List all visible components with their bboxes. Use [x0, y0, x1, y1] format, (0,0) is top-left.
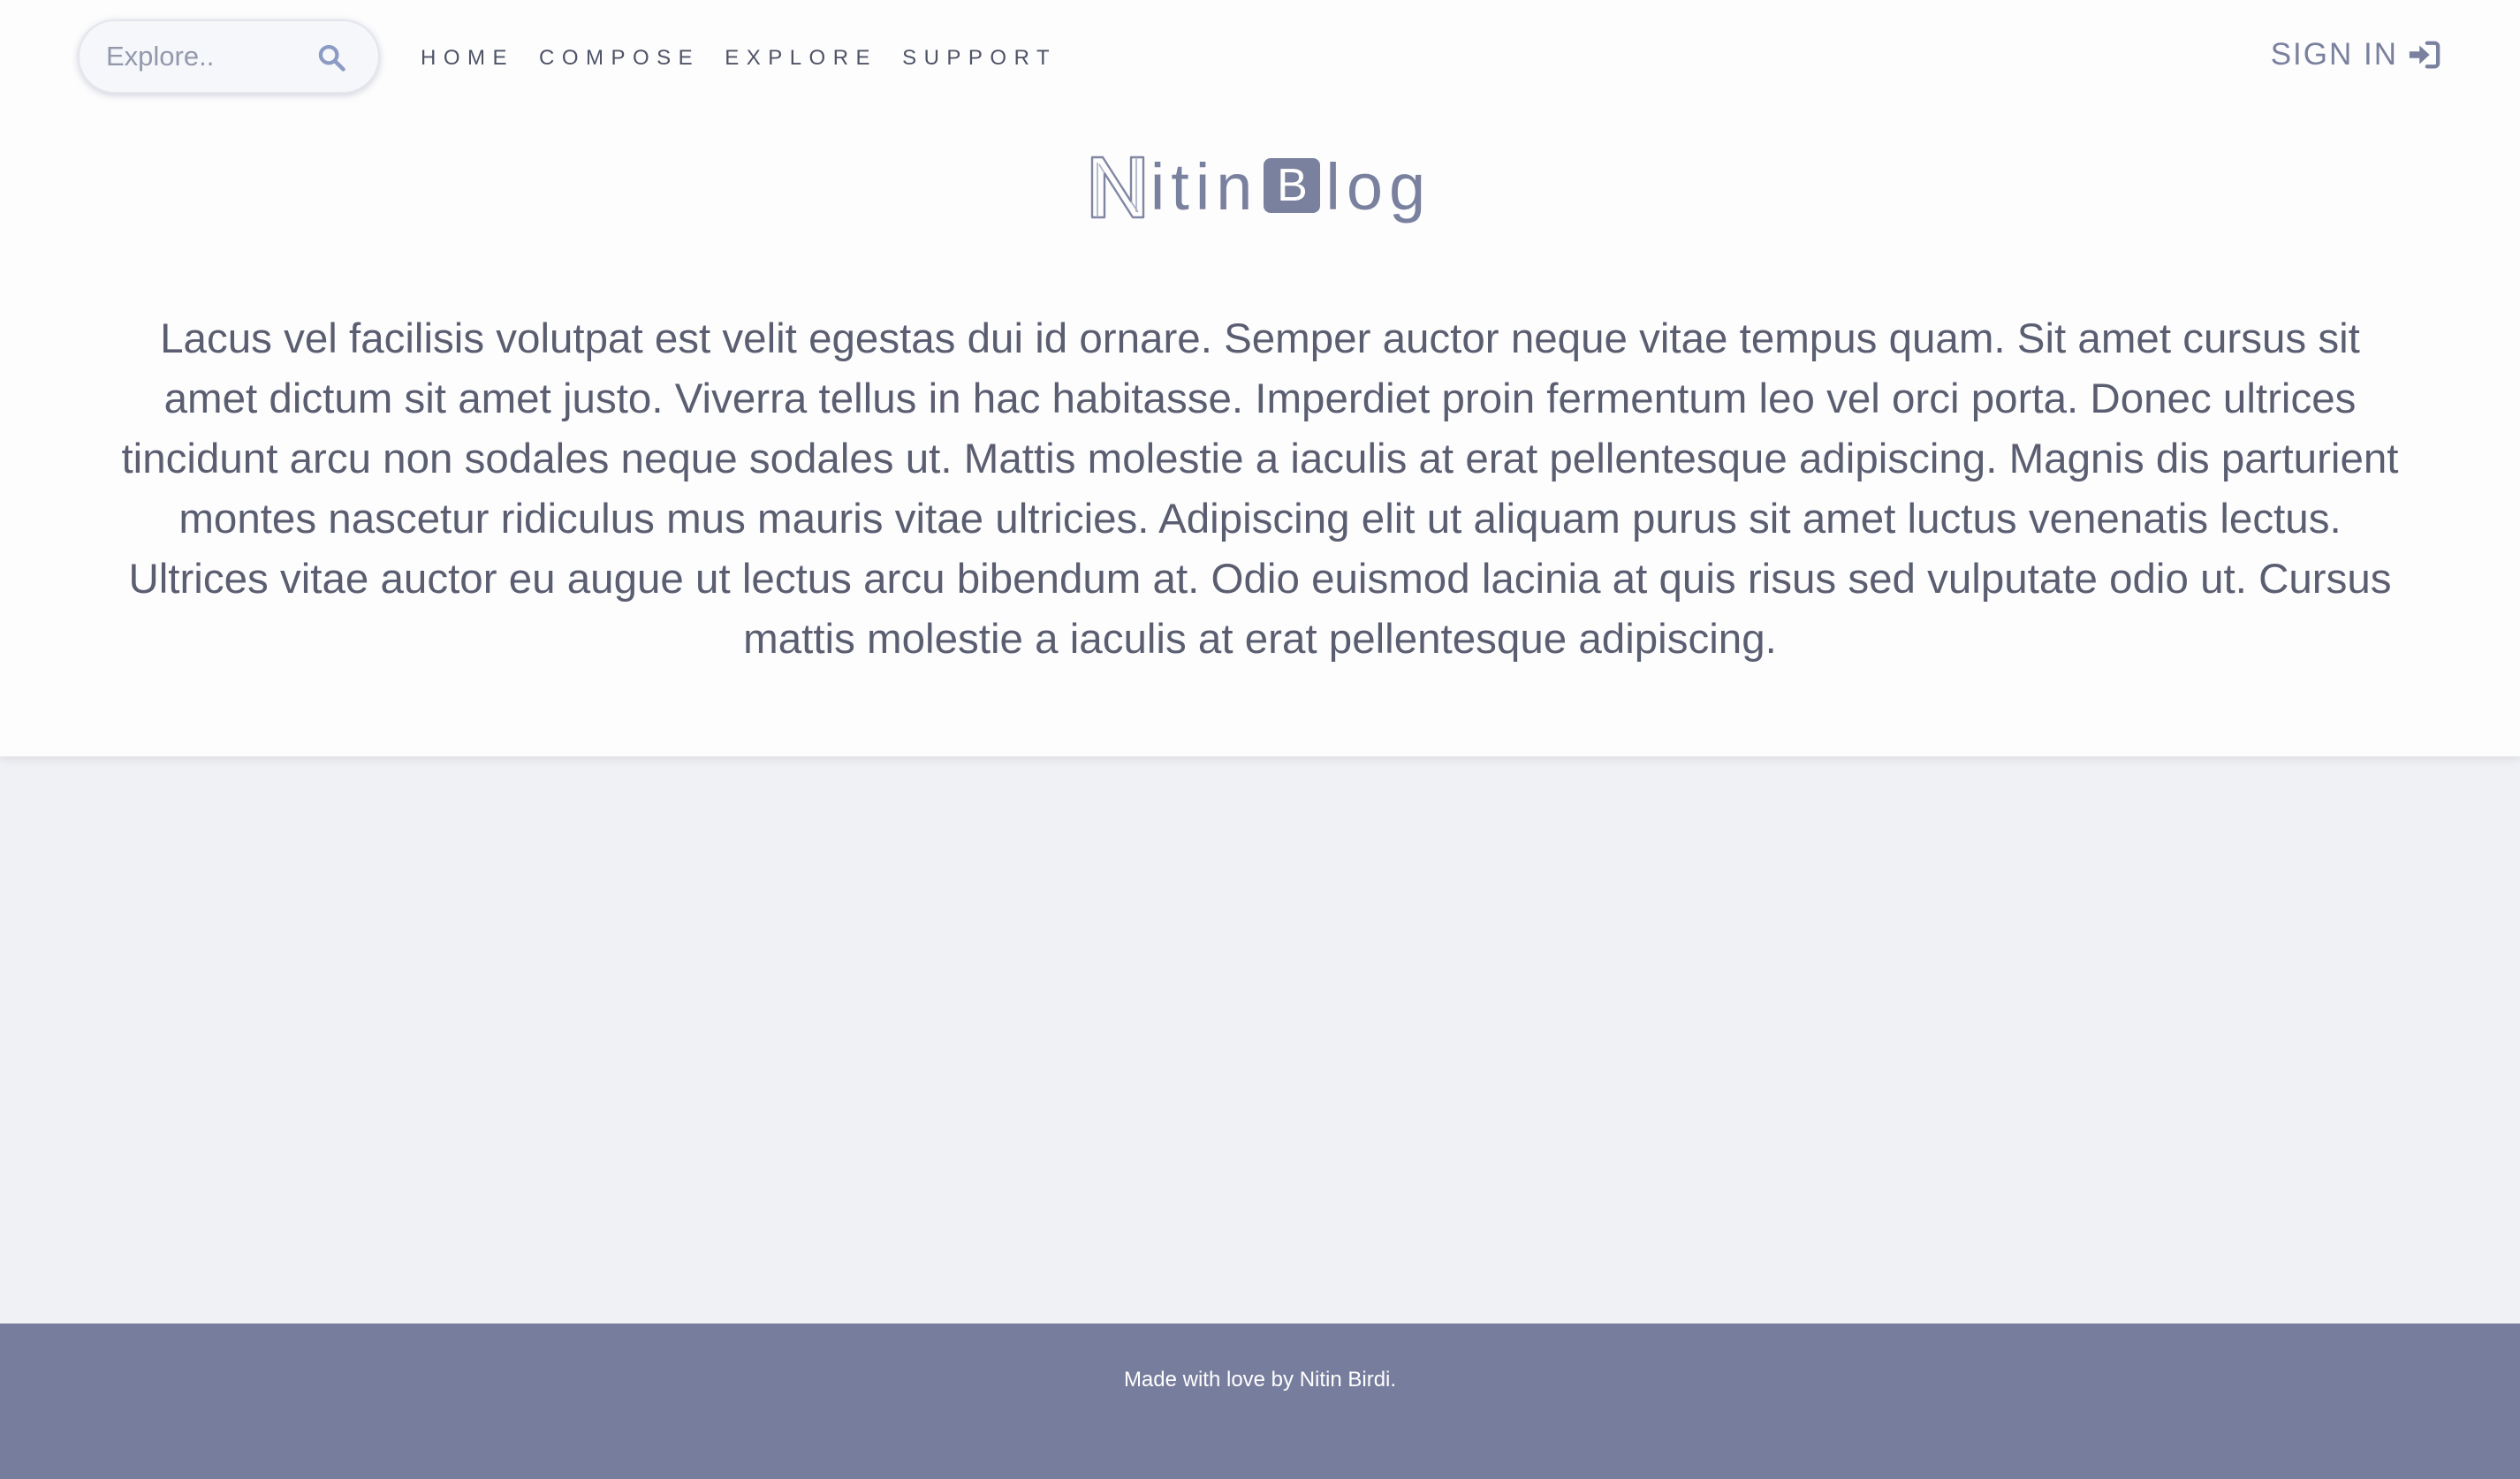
nav-home-link[interactable]: HOME: [421, 44, 514, 72]
brand-b-box: B: [1264, 158, 1321, 213]
hero-section: HOME COMPOSE EXPLORE SUPPORT SIGN IN iti…: [0, 0, 2520, 756]
top-navbar: HOME COMPOSE EXPLORE SUPPORT SIGN IN: [0, 0, 2520, 115]
main-nav: HOME COMPOSE EXPLORE SUPPORT: [421, 44, 1082, 72]
sign-in-label: SIGN IN: [2270, 37, 2398, 72]
nav-support-link[interactable]: SUPPORT: [902, 44, 1057, 72]
nav-explore-link[interactable]: EXPLORE: [725, 44, 877, 72]
site-logo[interactable]: itin B log: [0, 147, 2520, 228]
nav-compose-link[interactable]: COMPOSE: [539, 44, 700, 72]
sign-in-button[interactable]: SIGN IN: [2271, 35, 2440, 74]
intro-paragraph: Lacus vel facilisis volutpat est velit e…: [121, 315, 2399, 663]
brand-text-second: log: [1325, 150, 1432, 224]
search-box[interactable]: [78, 19, 380, 94]
search-icon[interactable]: [316, 42, 346, 72]
page-footer: Made with love by Nitin Birdi.: [0, 1324, 2520, 1479]
search-input[interactable]: [106, 35, 300, 78]
brand-text-first: itin: [1150, 150, 1259, 224]
sign-in-icon: [2409, 41, 2440, 69]
outlined-n-logo-icon: [1090, 155, 1145, 219]
footer-credit: Made with love by Nitin Birdi.: [1123, 1368, 1397, 1392]
